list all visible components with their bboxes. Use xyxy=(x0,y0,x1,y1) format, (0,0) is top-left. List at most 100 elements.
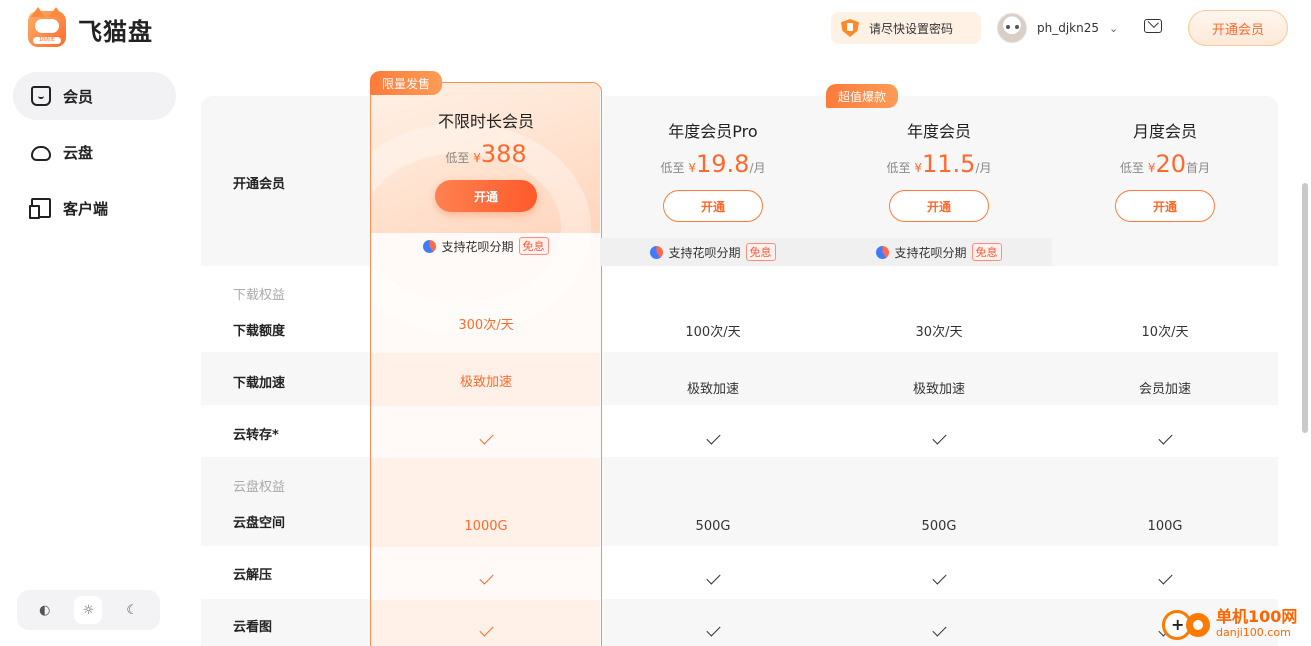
plan-annual: 年度会员 低至 ¥11.5/月 开通 xyxy=(826,118,1052,222)
installment-info: 支持花呗分期 免息 xyxy=(373,232,599,260)
table-cell xyxy=(600,570,826,585)
table-cell: 300次/天 xyxy=(458,318,514,333)
row-label: 下载加速 xyxy=(233,376,286,391)
limited-sale-badge: 限量发售 xyxy=(370,71,443,95)
plan-price: 低至 ¥19.8/月 xyxy=(660,150,766,178)
auto-theme-icon[interactable]: ◐ xyxy=(31,596,59,624)
plan-name: 年度会员 xyxy=(906,122,971,141)
cat-logo-icon: 10周年 xyxy=(28,7,66,47)
row-label: 云解压 xyxy=(233,568,273,583)
check-icon xyxy=(1157,570,1173,585)
check-icon xyxy=(931,622,947,637)
sidebar-item-vip[interactable]: 会员 xyxy=(13,72,176,120)
cloud-icon xyxy=(31,146,51,161)
set-password-tip[interactable]: 请尽快设置密码 xyxy=(831,12,981,44)
watermark-url: danji100.com xyxy=(1216,626,1291,639)
membership-page: 10周年 飞猫盘 请尽快设置密码 ph_djkn25 ⌄ 开通会员 会员 云盘 … xyxy=(0,0,1311,646)
check-icon xyxy=(478,570,494,585)
table-cell xyxy=(826,570,1052,585)
watermark: + 单机100网 danji100.com xyxy=(1162,604,1297,644)
row-label: 云看图 xyxy=(233,620,273,635)
mail-icon[interactable] xyxy=(1144,19,1162,33)
open-plan-button[interactable]: 开通 xyxy=(1115,190,1215,222)
open-vip-button[interactable]: 开通会员 xyxy=(1188,10,1288,46)
huabei-icon xyxy=(650,245,664,259)
plan-name: 不限时长会员 xyxy=(437,112,534,131)
theme-switch: ◐ ☼ ☾ xyxy=(17,590,160,630)
plan-name: 年度会员Pro xyxy=(668,122,758,141)
username: ph_djkn25 xyxy=(1037,21,1099,35)
huabei-icon xyxy=(876,245,890,259)
plan-monthly: 月度会员 低至 ¥20首月 开通 xyxy=(1052,118,1278,222)
plan-annual-pro: 年度会员Pro 低至 ¥19.8/月 开通 xyxy=(600,118,826,222)
vip-basket-icon xyxy=(31,86,51,106)
open-plan-button[interactable]: 开通 xyxy=(663,190,763,222)
sidebar-item-label: 会员 xyxy=(63,87,94,106)
interest-free-tag: 免息 xyxy=(745,243,776,261)
check-icon xyxy=(705,622,721,637)
shield-icon xyxy=(841,19,859,37)
interest-free-tag: 免息 xyxy=(518,237,549,255)
group-label-download: 下载权益 xyxy=(233,288,286,303)
table-cell: 极致加速 xyxy=(459,375,512,390)
table-cell: 会员加速 xyxy=(1138,382,1191,397)
table-cell: 30次/天 xyxy=(915,325,963,340)
table-cell: 500G xyxy=(695,519,731,534)
table-cell: 100G xyxy=(1147,519,1183,534)
sun-icon[interactable]: ☼ xyxy=(74,596,103,624)
scrollbar[interactable] xyxy=(1302,183,1308,433)
row-label: 下载额度 xyxy=(233,324,286,339)
hot-deal-badge: 超值爆款 xyxy=(826,84,899,108)
featured-plan-card: 不限时长会员 低至 ¥388 开通 支持花呗分期 免息 xyxy=(370,82,602,646)
table-cell: 1000G xyxy=(464,519,508,534)
check-icon xyxy=(931,430,947,445)
table-cell: 100次/天 xyxy=(685,325,741,340)
table-cell xyxy=(1052,430,1278,445)
table-cell xyxy=(1052,570,1278,585)
table-cell xyxy=(373,570,599,585)
sidebar-item-label: 客户端 xyxy=(63,199,109,218)
app-logo[interactable]: 10周年 飞猫盘 xyxy=(28,7,153,47)
check-icon xyxy=(705,430,721,445)
client-devices-icon xyxy=(29,198,51,219)
huabei-icon xyxy=(423,239,437,253)
password-tip-text: 请尽快设置密码 xyxy=(869,21,954,36)
table-cell xyxy=(600,622,826,637)
chevron-down-icon: ⌄ xyxy=(1109,21,1119,35)
group-label-cloud: 云盘权益 xyxy=(233,480,286,495)
watermark-title: 单机100网 xyxy=(1216,607,1298,626)
user-menu[interactable]: ph_djkn25 ⌄ xyxy=(997,13,1118,43)
table-cell xyxy=(826,622,1052,637)
open-plan-button[interactable]: 开通 xyxy=(435,180,537,212)
sidebar-item-cloud[interactable]: 云盘 xyxy=(13,128,176,176)
table-cell xyxy=(600,430,826,445)
table-cell: 极致加速 xyxy=(686,382,739,397)
watermark-logo-icon: + xyxy=(1162,604,1212,644)
installment-info: 支持花呗分期 免息 xyxy=(826,238,1052,266)
interest-free-tag: 免息 xyxy=(971,243,1002,261)
sidebar-item-label: 云盘 xyxy=(63,143,94,162)
row-label: 云盘空间 xyxy=(233,516,286,531)
check-icon xyxy=(1157,430,1173,445)
installment-info: 支持花呗分期 免息 xyxy=(600,238,826,266)
check-icon xyxy=(478,430,494,445)
avatar xyxy=(997,13,1027,43)
table-cell xyxy=(826,430,1052,445)
moon-icon[interactable]: ☾ xyxy=(118,596,146,624)
table-cell: 500G xyxy=(921,519,957,534)
table-cell: 10次/天 xyxy=(1141,325,1189,340)
app-name: 飞猫盘 xyxy=(78,17,153,46)
check-icon xyxy=(705,570,721,585)
header-label: 开通会员 xyxy=(233,177,286,192)
plan-price: 低至 ¥11.5/月 xyxy=(886,150,992,178)
plan-price: 低至 ¥20首月 xyxy=(1119,150,1211,178)
plan-unlimited: 不限时长会员 低至 ¥388 开通 xyxy=(373,108,599,212)
table-cell: 极致加速 xyxy=(912,382,965,397)
table-cell xyxy=(373,430,599,445)
check-icon xyxy=(478,622,494,637)
row-label: 云转存* xyxy=(233,428,279,443)
open-plan-button[interactable]: 开通 xyxy=(889,190,989,222)
check-icon xyxy=(931,570,947,585)
table-cell xyxy=(373,622,599,637)
sidebar-item-client[interactable]: 客户端 xyxy=(13,184,176,232)
